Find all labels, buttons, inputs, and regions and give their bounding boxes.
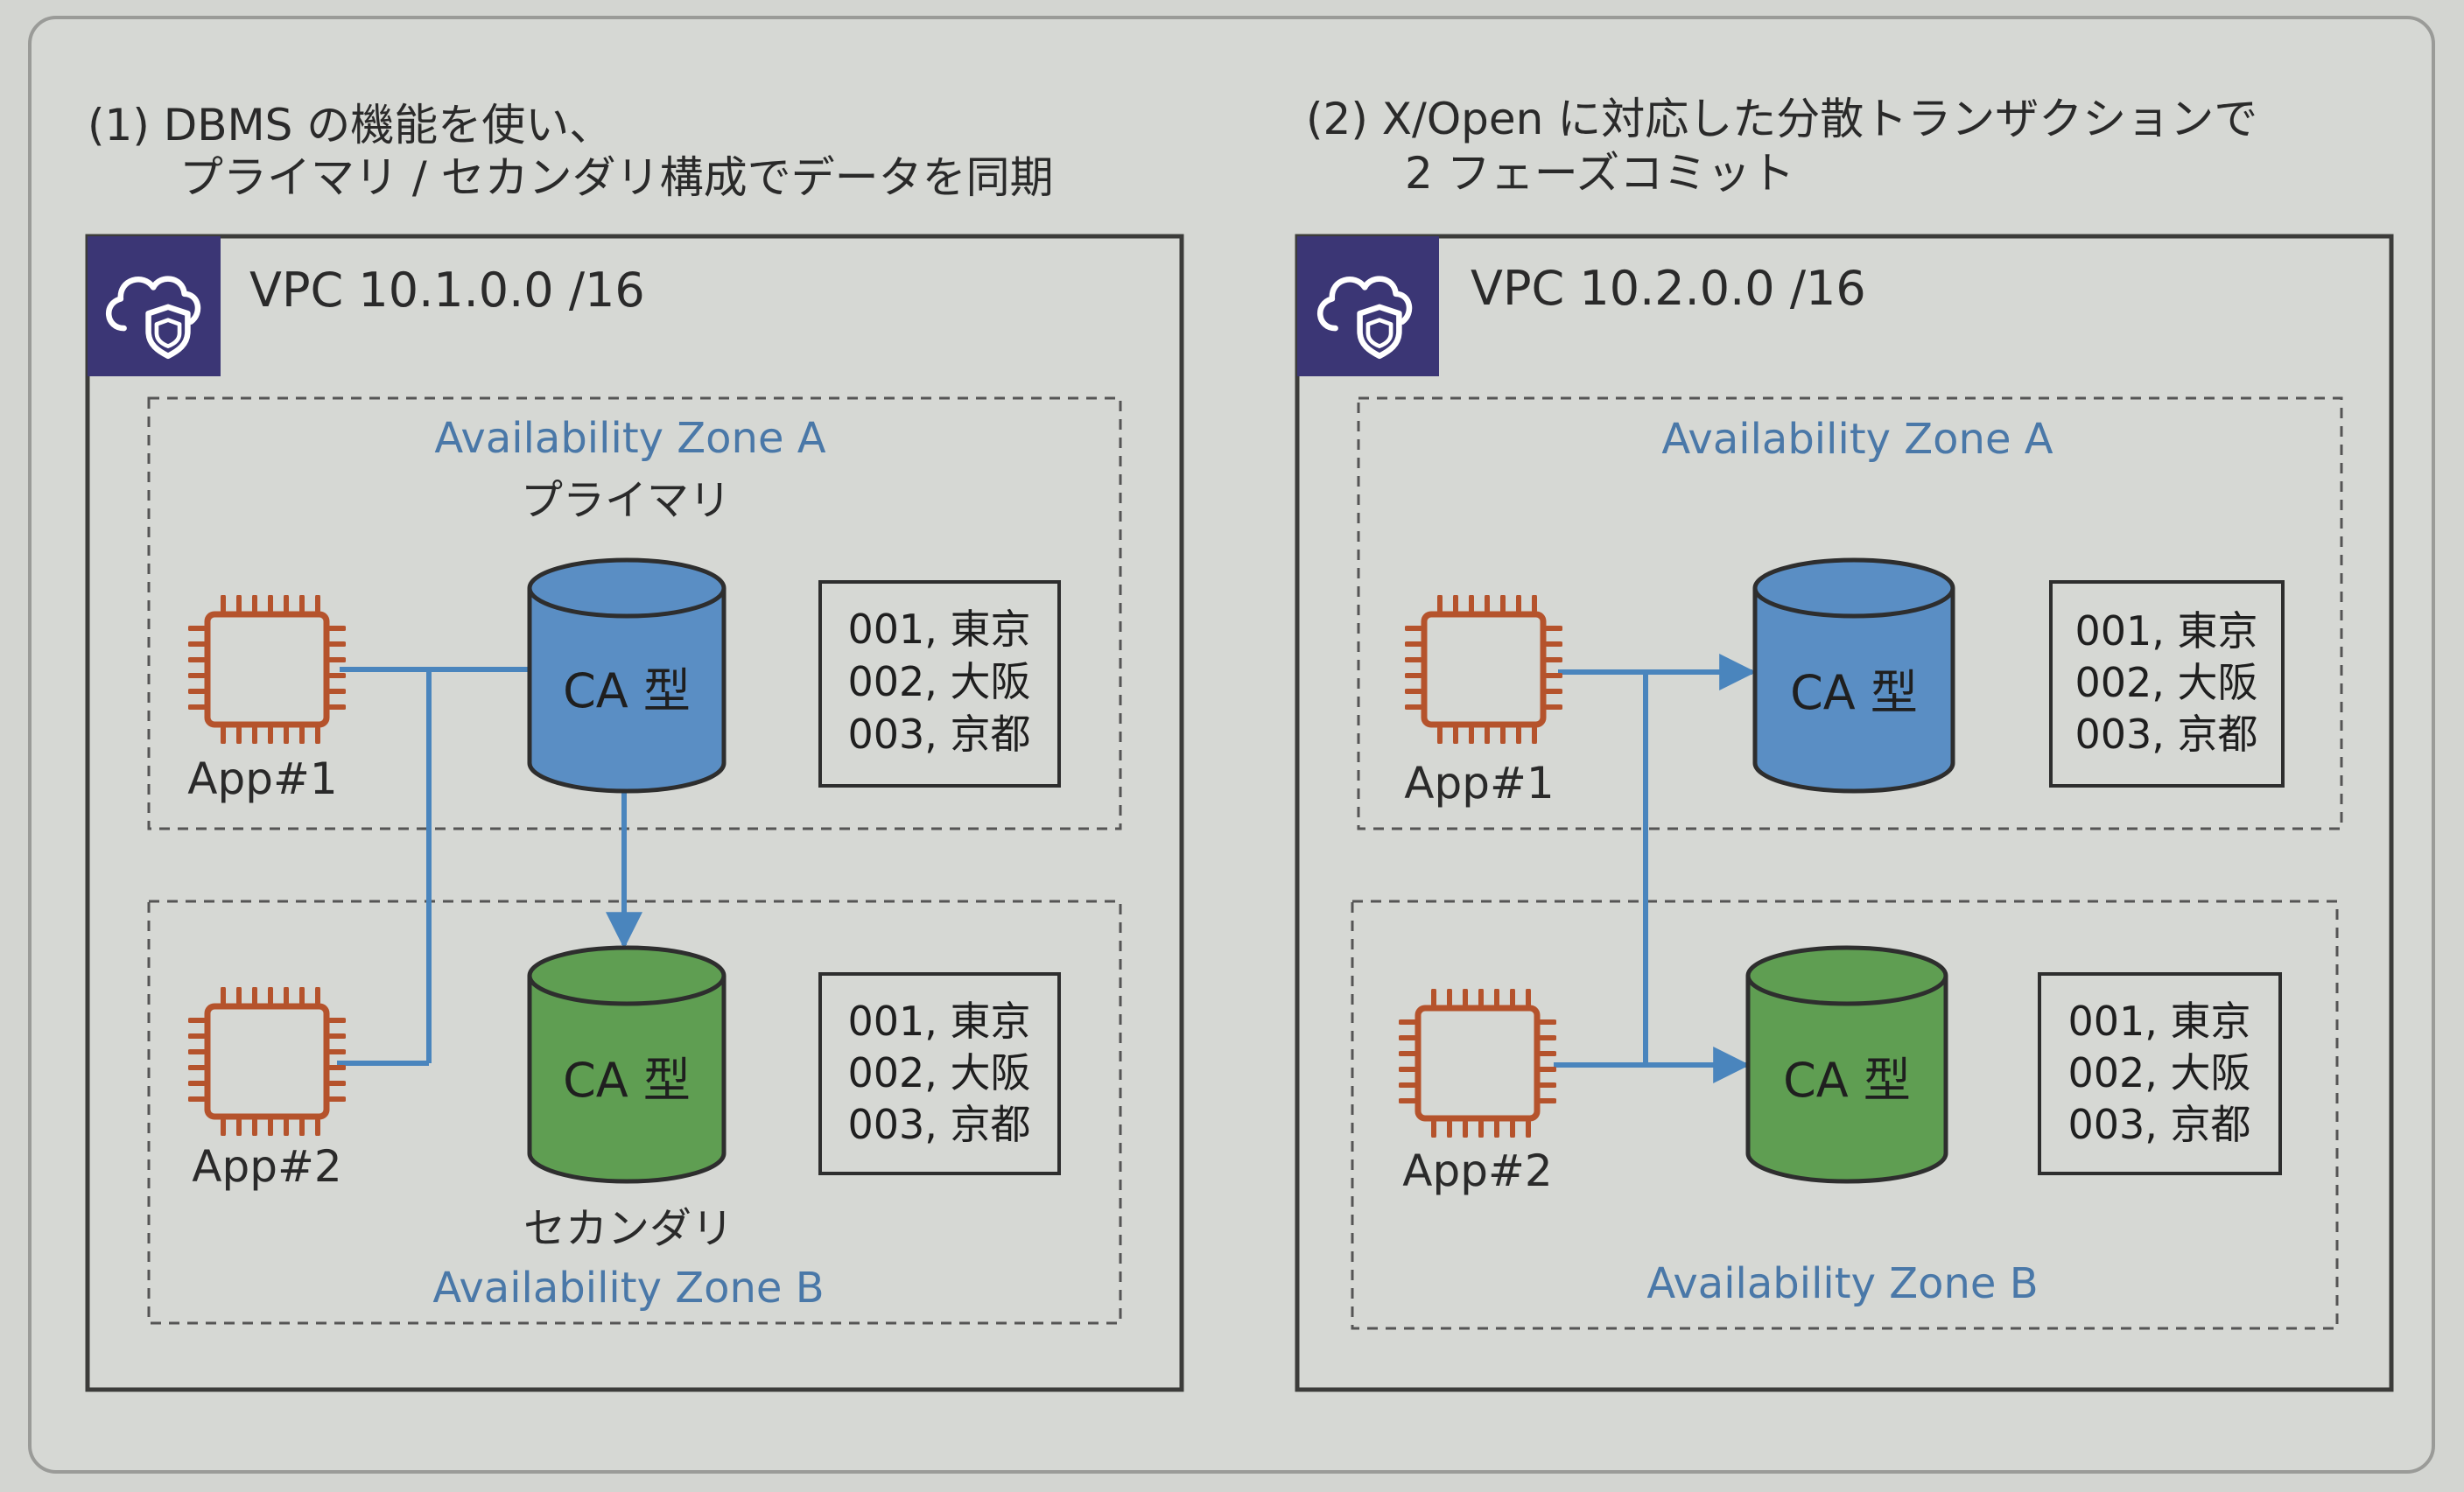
left-caption-line2: プライマリ / セカンダリ構成でデータを同期 <box>179 152 1054 203</box>
left-db-primary: CA 型 <box>527 557 727 794</box>
left-secondary-label: セカンダリ <box>523 1204 734 1253</box>
right-table-bottom-row: 001, 東京 <box>2067 998 2250 1045</box>
left-table-bottom-row: 002, 大阪 <box>847 1049 1030 1096</box>
right-table-bottom-row: 003, 京都 <box>2067 1101 2250 1148</box>
left-table-top-row: 002, 大阪 <box>847 658 1030 705</box>
left-db-secondary: CA 型 <box>527 945 727 1184</box>
right-zone-a-label: Availability Zone A <box>1661 415 2053 464</box>
diagram-page: (1) DBMS の機能を使い、 プライマリ / セカンダリ構成でデータを同期 … <box>0 0 2464 1488</box>
right-table-bottom-row: 002, 大阪 <box>2067 1049 2250 1096</box>
right-vpc-badge <box>1297 236 1439 376</box>
right-db-top-label: CA 型 <box>1790 665 1918 720</box>
right-vpc-label: VPC 10.2.0.0 /16 <box>1471 261 1866 316</box>
left-table-top-row: 003, 京都 <box>847 711 1030 758</box>
right-zone-b-label: Availability Zone B <box>1646 1259 2038 1308</box>
left-db-primary-label: CA 型 <box>563 663 691 718</box>
left-primary-label: プライマリ <box>521 476 731 525</box>
right-table-top-row: 002, 大阪 <box>2074 659 2257 706</box>
left-table-bottom-row: 003, 京都 <box>847 1101 1030 1148</box>
right-db-top: CA 型 <box>1752 557 1955 794</box>
right-caption-line1: (2) X/Open に対応した分散トランザクションで <box>1306 94 2257 144</box>
right-table-top-row: 001, 東京 <box>2074 607 2257 655</box>
right-app1-label: App#1 <box>1404 758 1554 809</box>
left-zone-b-label: Availability Zone B <box>432 1264 824 1313</box>
right-db-bottom-label: CA 型 <box>1783 1053 1911 1108</box>
left-app2-label: App#2 <box>192 1141 341 1192</box>
left-app1-label: App#1 <box>187 753 337 804</box>
left-vpc-label: VPC 10.1.0.0 /16 <box>249 263 645 318</box>
left-caption-line1: (1) DBMS の機能を使い、 <box>88 100 613 151</box>
right-db-bottom: CA 型 <box>1745 945 1948 1184</box>
right-caption-line2: 2 フェーズコミット <box>1405 148 1794 199</box>
right-table-top-row: 003, 京都 <box>2074 711 2257 758</box>
left-table-bottom-row: 001, 東京 <box>847 998 1030 1045</box>
left-zone-a-label: Availability Zone A <box>434 414 825 463</box>
right-app2-label: App#2 <box>1402 1145 1552 1196</box>
diagram-canvas: (1) DBMS の機能を使い、 プライマリ / セカンダリ構成でデータを同期 … <box>28 16 2435 1474</box>
left-db-secondary-label: CA 型 <box>563 1053 691 1108</box>
left-table-top-row: 001, 東京 <box>847 606 1030 653</box>
